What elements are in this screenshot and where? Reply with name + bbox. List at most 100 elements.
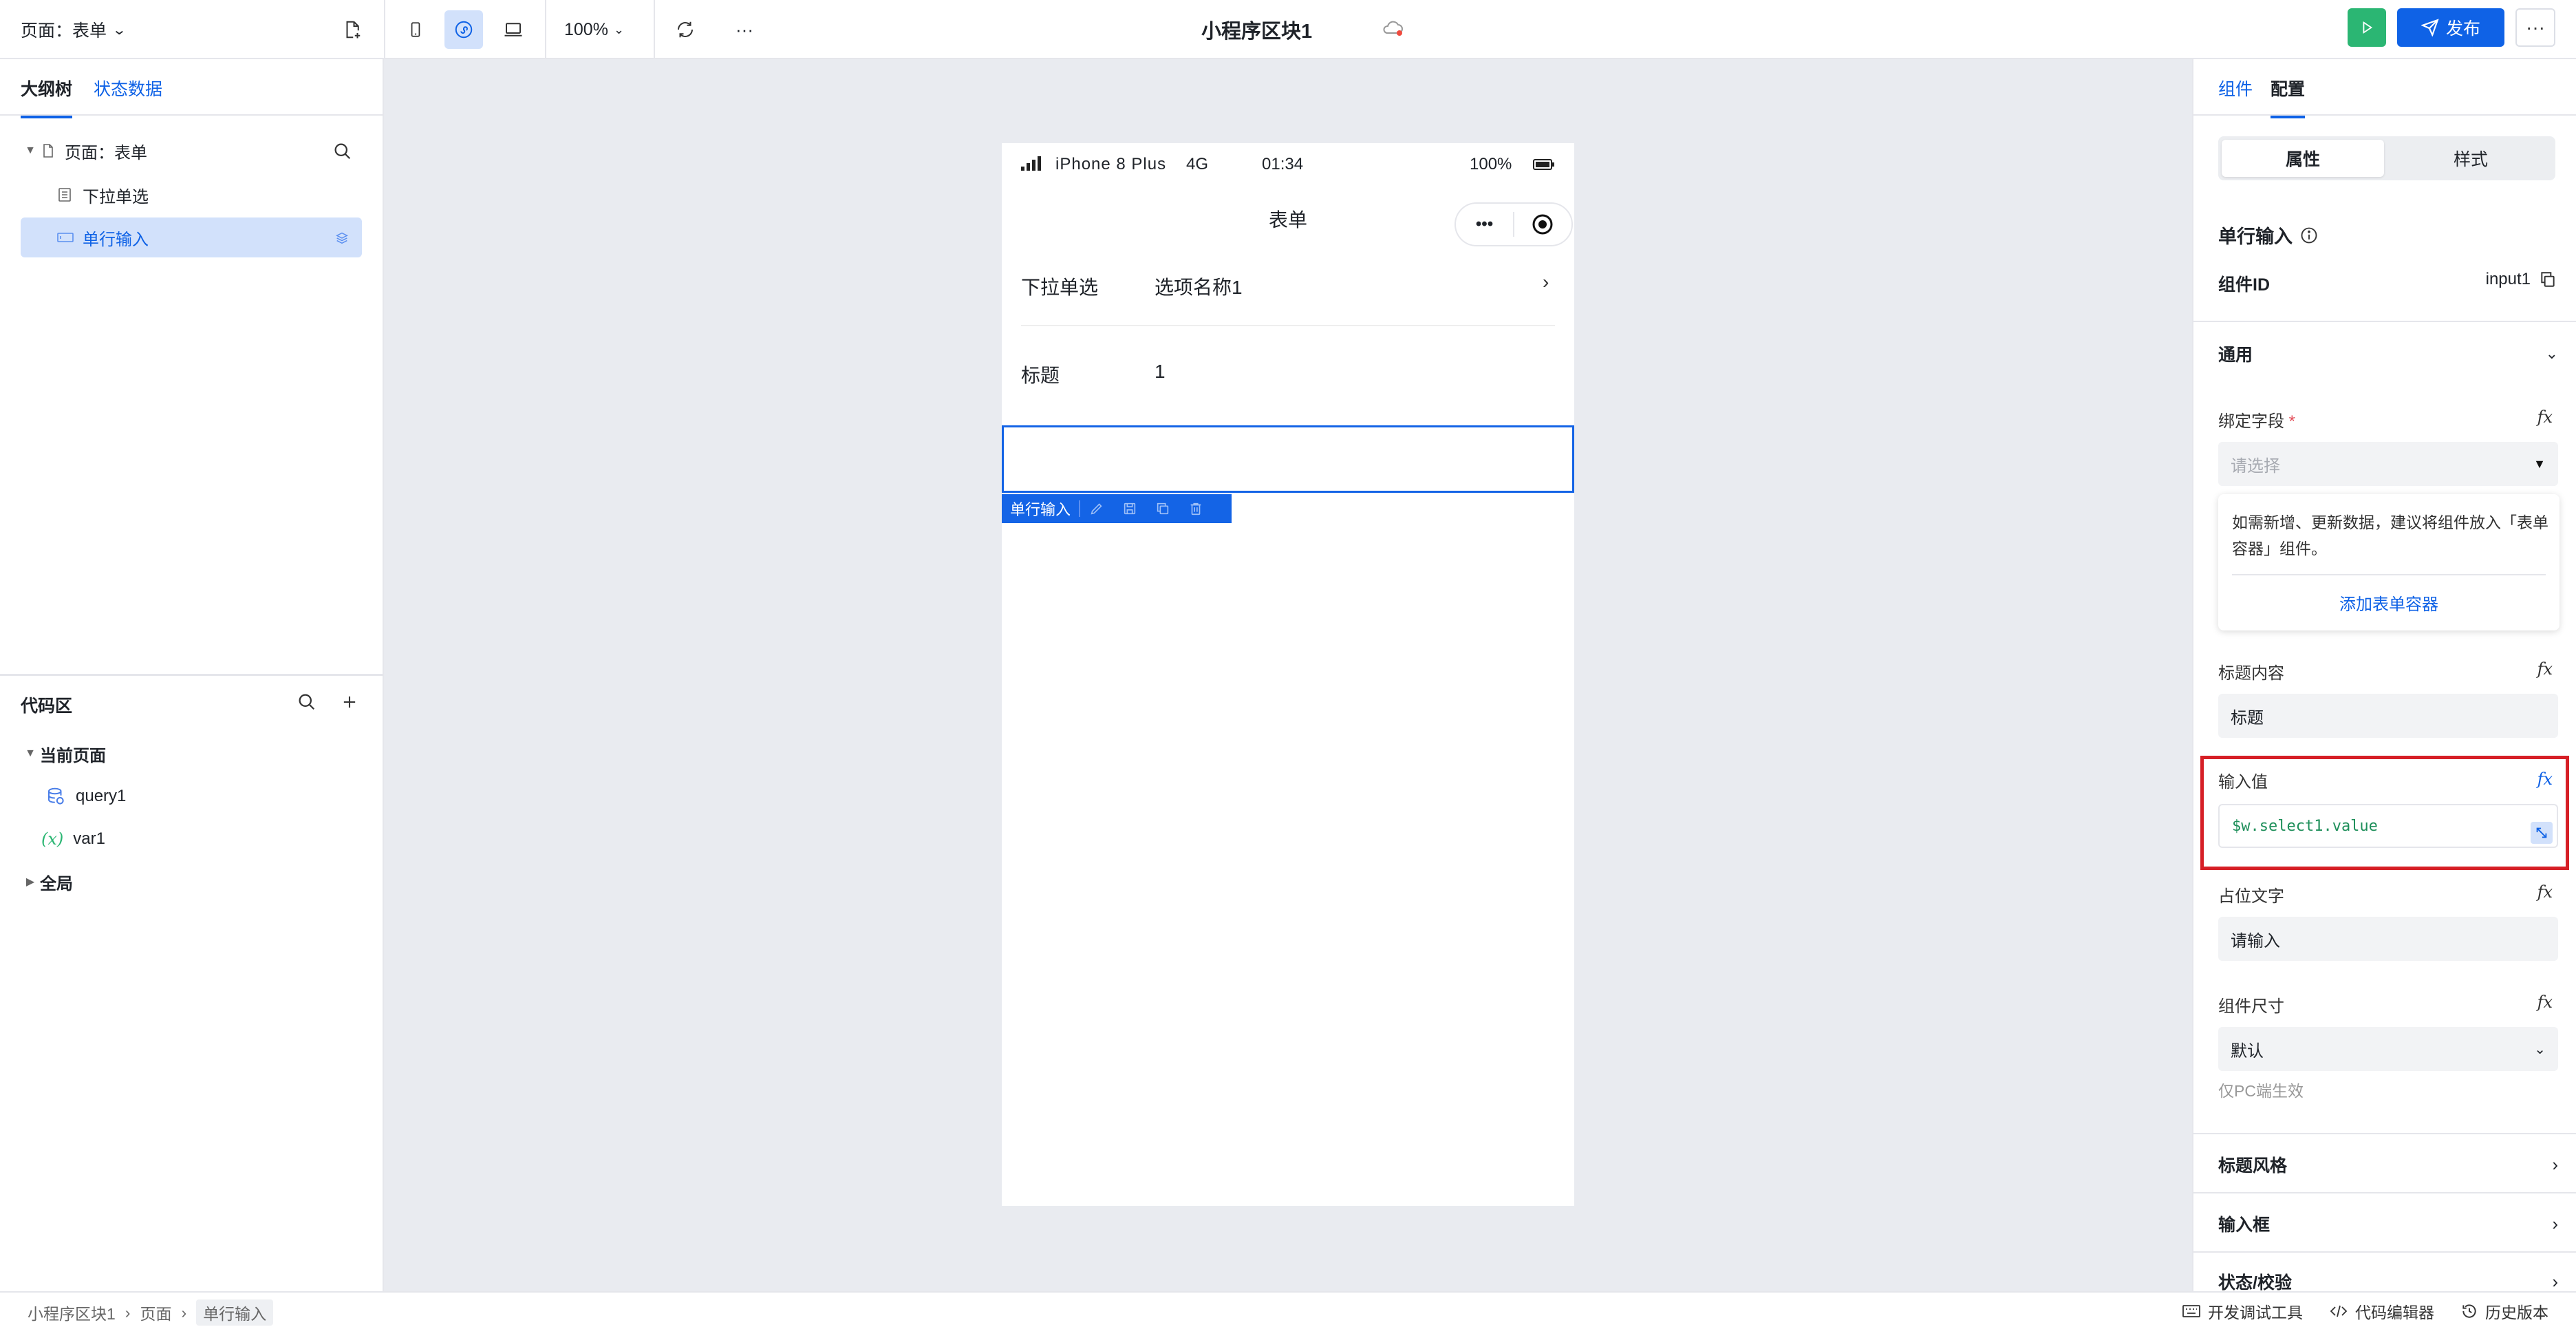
tab-components[interactable]: 组件 — [2218, 76, 2253, 100]
breadcrumb-item[interactable]: 单行输入 — [196, 1299, 274, 1326]
bind-field-select[interactable]: 请选择 ▼ — [2218, 442, 2558, 486]
dev-tools-label: 开发调试工具 — [2208, 1304, 2303, 1321]
dev-tools-button[interactable]: 开发调试工具 — [2182, 1299, 2303, 1323]
expand-triangle-icon[interactable]: ▶ — [21, 875, 40, 889]
phone-status-bar: iPhone 8 Plus 4G 01:34 100% — [1002, 143, 1574, 186]
section-general[interactable]: 通用 ⌄ — [2218, 341, 2558, 366]
list-icon — [58, 188, 71, 202]
history-button[interactable]: 历史版本 — [2460, 1299, 2548, 1323]
info-icon[interactable] — [2299, 226, 2319, 245]
collapse-triangle-icon[interactable]: ▼ — [21, 145, 40, 157]
save-icon[interactable] — [1113, 501, 1146, 516]
title-content-input[interactable]: 标题 — [2218, 694, 2558, 738]
expand-icon[interactable] — [2531, 822, 2553, 844]
bind-field-placeholder: 请选择 — [2231, 456, 2280, 476]
input-value-expression[interactable]: $w.select1.value — [2218, 804, 2558, 848]
fx-icon[interactable]: fx — [2537, 992, 2553, 1012]
code-editor-label: 代码编辑器 — [2355, 1304, 2434, 1321]
form-item-value: 1 — [1155, 361, 1166, 382]
component-toolbar: 单行输入 — [1002, 494, 1232, 523]
size-hint: 仅PC端生效 — [2218, 1082, 2304, 1100]
size-label: 组件尺寸 — [2218, 997, 2284, 1016]
selected-component-frame[interactable] — [1002, 425, 1574, 493]
chevron-down-icon: ⌄ — [2534, 1041, 2546, 1057]
right-panel: 组件 配置 属性 样式 单行输入 组件ID input1 通用 ⌄ 绑定字段 *… — [2192, 59, 2576, 1291]
more-options-icon[interactable]: ··· — [725, 10, 764, 49]
required-mark: * — [2288, 412, 2296, 431]
code-item-query1[interactable]: query1 — [21, 776, 362, 816]
search-icon[interactable] — [332, 140, 352, 161]
publish-button[interactable]: 发布 — [2397, 8, 2504, 47]
tree-item-page[interactable]: ▼ 页面：表单 — [21, 131, 362, 171]
divider — [654, 0, 655, 59]
code-group-label: 全局 — [40, 874, 73, 893]
code-group-global[interactable]: ▶ 全局 — [21, 862, 362, 902]
input-value-label: 输入值 — [2218, 773, 2268, 792]
breadcrumb-item[interactable]: 小程序区块1 — [28, 1301, 116, 1324]
tab-state-data[interactable]: 状态数据 — [94, 76, 162, 100]
divider — [2232, 574, 2546, 575]
input-icon — [57, 233, 74, 242]
code-item-var1[interactable]: (x) var1 — [21, 819, 362, 859]
breadcrumb: 小程序区块1 › 页面 › 单行输入 — [28, 1299, 274, 1326]
page-icon — [43, 144, 53, 158]
desktop-view-icon[interactable] — [494, 10, 533, 49]
chevron-down-icon: ⌄ — [2545, 345, 2558, 362]
add-icon[interactable] — [340, 692, 359, 712]
tree-item-input[interactable]: 单行输入 — [21, 217, 362, 257]
segment-properties[interactable]: 属性 — [2222, 140, 2384, 177]
section-input-box[interactable]: 输入框 › — [2218, 1211, 2558, 1236]
add-page-icon[interactable] — [333, 10, 372, 49]
tab-config[interactable]: 配置 — [2271, 76, 2306, 118]
battery-label: 100% — [1470, 155, 1512, 173]
section-title: 标题风格 — [2218, 1156, 2288, 1176]
tab-outline[interactable]: 大纲树 — [21, 76, 73, 118]
size-select[interactable]: 默认 ⌄ — [2218, 1027, 2558, 1071]
component-id-label: 组件ID — [2218, 275, 2271, 295]
tree-item-select[interactable]: 下拉单选 — [21, 175, 362, 215]
left-tabs: 大纲树 状态数据 — [0, 59, 383, 118]
more-menu-button[interactable]: ··· — [2515, 8, 2555, 47]
code-group-current-page[interactable]: ▼ 当前页面 — [21, 734, 362, 774]
add-form-container-link[interactable]: 添加表单容器 — [2218, 591, 2559, 615]
section-title-style[interactable]: 标题风格 › — [2218, 1152, 2558, 1177]
design-canvas[interactable]: iPhone 8 Plus 4G 01:34 100% 表单 ••• 下拉单选 — [384, 59, 2192, 1291]
page-selector[interactable]: 页面：表单 ⌄ — [21, 12, 127, 47]
fx-icon[interactable]: fx — [2537, 659, 2553, 679]
tip-text: 如需新增、更新数据，建议将组件放入「表单容器」组件。 — [2232, 513, 2548, 558]
chevron-right-icon: › — [125, 1303, 131, 1321]
chevron-down-icon: ⌄ — [613, 22, 625, 36]
form-item-title-input[interactable]: 标题 1 — [1002, 361, 1574, 402]
phone-nav-bar: 表单 ••• — [1002, 186, 1574, 249]
form-item-select[interactable]: 下拉单选 选项名称1 › — [1002, 271, 1574, 330]
collapse-triangle-icon[interactable]: ▼ — [21, 747, 40, 760]
phone-preview[interactable]: iPhone 8 Plus 4G 01:34 100% 表单 ••• 下拉单选 — [1002, 143, 1574, 1206]
breadcrumb-item[interactable]: 页面 — [140, 1301, 171, 1324]
run-button[interactable] — [2348, 8, 2386, 47]
delete-icon[interactable] — [1179, 501, 1212, 516]
section-state-validation[interactable]: 状态/校验 › — [2218, 1269, 2558, 1292]
copy-icon[interactable] — [2539, 270, 2557, 289]
fx-icon[interactable]: fx — [2537, 407, 2553, 427]
zoom-dropdown[interactable]: 100% ⌄ — [564, 12, 624, 47]
fx-icon[interactable]: fx — [2537, 769, 2553, 789]
search-icon[interactable] — [296, 691, 316, 712]
zoom-value: 100% — [564, 19, 608, 39]
placeholder-input[interactable]: 请输入 — [2218, 917, 2558, 961]
miniprogram-capsule[interactable]: ••• — [1455, 202, 1573, 246]
chevron-right-icon: › — [2552, 1271, 2558, 1292]
bottom-bar: 小程序区块1 › 页面 › 单行输入 开发调试工具 代码编辑器 历史版本 — [0, 1291, 2576, 1327]
more-dots-icon[interactable]: ••• — [1456, 215, 1513, 234]
layers-icon[interactable] — [334, 230, 350, 245]
miniprogram-view-icon[interactable] — [444, 10, 483, 49]
mobile-view-icon[interactable] — [396, 10, 435, 49]
code-editor-button[interactable]: 代码编辑器 — [2329, 1299, 2434, 1323]
tree-item-label: 页面：表单 — [65, 143, 147, 162]
segment-styles[interactable]: 样式 — [2390, 140, 2552, 177]
refresh-icon[interactable] — [666, 10, 705, 49]
close-target-icon[interactable] — [1514, 213, 1571, 236]
form-item-value: 选项名称1 — [1155, 277, 1243, 298]
edit-icon[interactable] — [1080, 501, 1113, 516]
copy-icon[interactable] — [1146, 501, 1179, 516]
fx-icon[interactable]: fx — [2537, 882, 2553, 902]
